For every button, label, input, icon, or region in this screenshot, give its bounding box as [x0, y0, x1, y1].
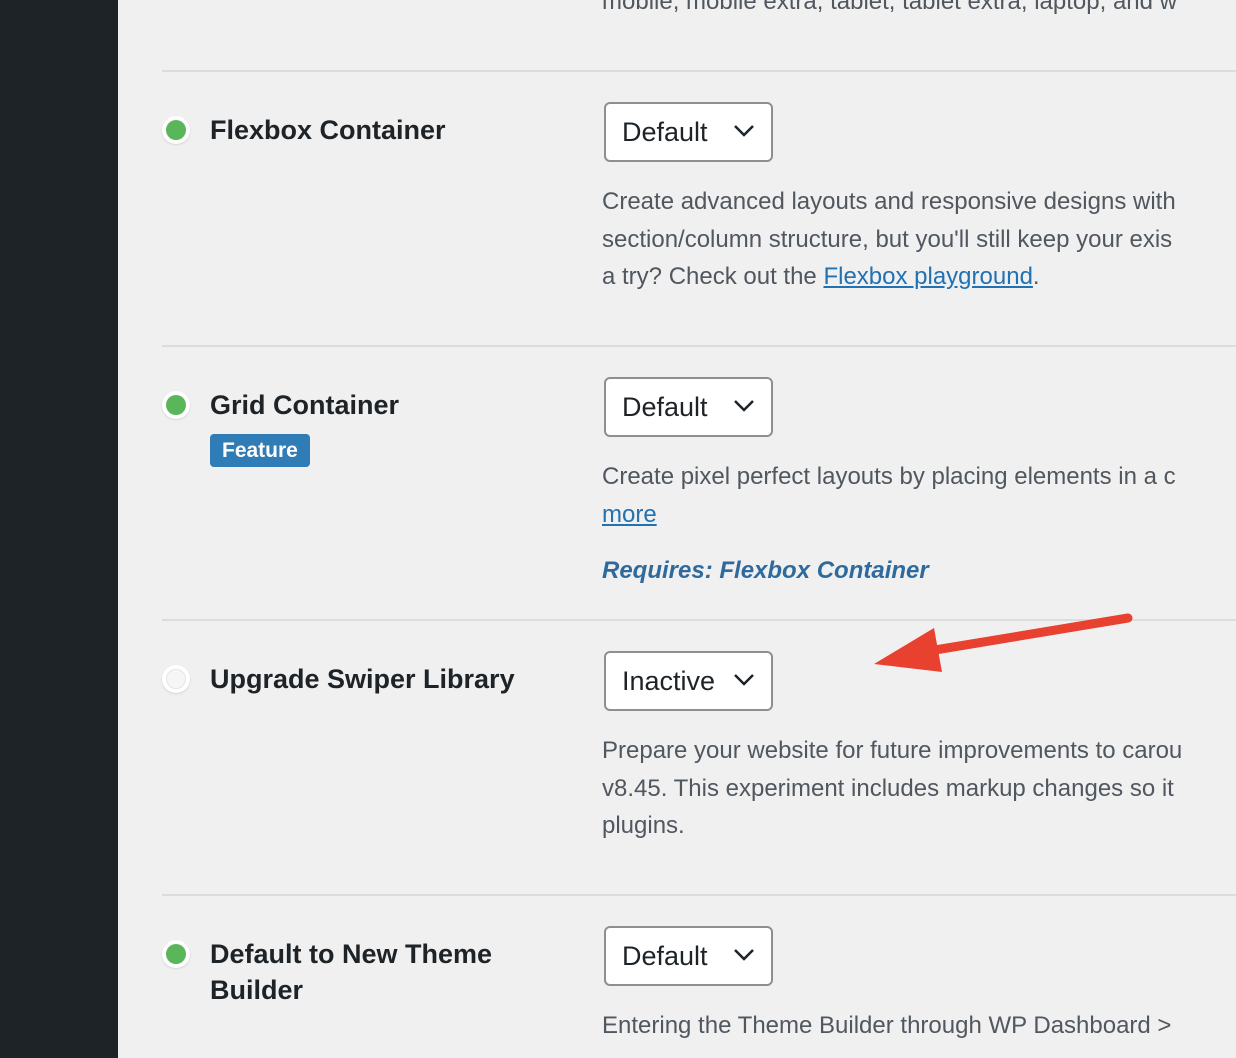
requires-note: Requires: Flexbox Container: [602, 557, 929, 584]
experiment-state-select[interactable]: Default: [604, 377, 773, 437]
experiment-name: Grid Container: [210, 390, 400, 420]
experiment-description: Create advanced layouts and responsive d…: [602, 188, 1176, 290]
experiment-description: Prepare your website for future improvem…: [602, 737, 1183, 839]
select-value: Default: [622, 392, 708, 422]
status-indicator-inactive: [162, 665, 190, 693]
annotation-arrow-icon: [874, 613, 1133, 672]
experiment-state-select[interactable]: Default: [604, 102, 773, 162]
experiment-state-select[interactable]: Default: [604, 926, 773, 986]
chevron-down-icon: [734, 674, 754, 686]
experiment-description: Create pixel perfect layouts by placing …: [602, 463, 1176, 528]
experiment-state-select[interactable]: Inactive: [604, 651, 773, 711]
select-value: Default: [622, 941, 708, 971]
experiment-name: Flexbox Container: [210, 115, 446, 145]
select-value: Default: [622, 117, 708, 147]
experiment-name: Upgrade Swiper Library: [210, 664, 515, 694]
chevron-down-icon: [734, 125, 754, 137]
flexbox-playground-link[interactable]: Flexbox playground: [823, 263, 1032, 290]
experiment-name: Default to New Theme Builder: [210, 939, 493, 1005]
experiments-list: mobile, mobile extra, tablet, tablet ext…: [118, 0, 1236, 1058]
row-divider: [162, 70, 1236, 72]
status-indicator-active: [162, 391, 190, 419]
chevron-down-icon: [734, 949, 754, 961]
learn-more-link[interactable]: more: [602, 501, 657, 528]
previous-description-fragment: mobile, mobile extra, tablet, tablet ext…: [602, 0, 1177, 15]
select-value: Inactive: [622, 666, 716, 696]
feature-badge: Feature: [210, 434, 310, 467]
chevron-down-icon: [734, 400, 754, 412]
admin-sidebar: [0, 0, 118, 1058]
row-divider: [162, 894, 1236, 896]
row-divider: [162, 345, 1236, 347]
experiment-description: Entering the Theme Builder through WP Da…: [602, 1012, 1172, 1039]
status-indicator-active: [162, 940, 190, 968]
status-indicator-active: [162, 116, 190, 144]
